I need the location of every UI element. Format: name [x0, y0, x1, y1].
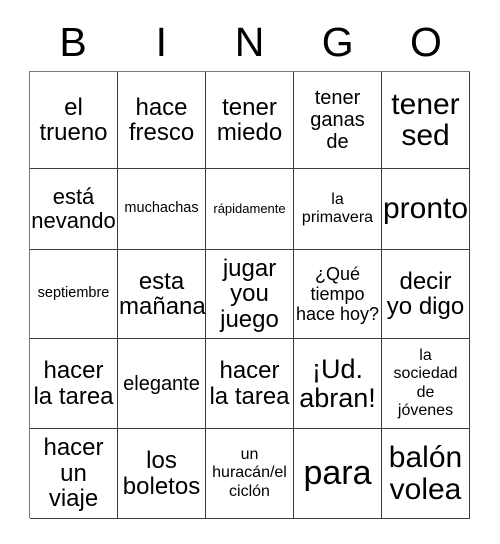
bingo-cell-text: tener miedo — [216, 93, 283, 146]
bingo-cell[interactable]: la sociedad de jóvenes — [382, 339, 470, 429]
bingo-cell[interactable]: decir yo digo — [382, 250, 470, 339]
bingo-cell[interactable]: ¡Ud. abran! — [294, 339, 382, 429]
bingo-cell-text: hacer la tarea — [33, 357, 114, 410]
bingo-cell-text: rápidamente — [213, 201, 286, 217]
bingo-cell[interactable]: septiembre — [30, 250, 118, 339]
bingo-cell[interactable]: balón volea — [382, 429, 470, 519]
bingo-cell-text: la sociedad de jóvenes — [393, 347, 458, 419]
bingo-cell-text: los boletos — [122, 447, 201, 500]
bingo-cell-text: tener ganas de — [310, 87, 365, 153]
bingo-cell-text: la primavera — [301, 190, 374, 226]
bingo-cell-text: esta mañana — [119, 267, 206, 320]
bingo-header-letter-g: G — [321, 18, 354, 65]
bingo-header-letter-n: N — [234, 18, 265, 65]
bingo-cell-text: pronto — [383, 192, 469, 226]
bingo-cell-text: hacer un viaje — [43, 434, 104, 513]
bingo-cell[interactable]: pronto — [382, 169, 470, 250]
bingo-header-letter-b: B — [59, 18, 87, 65]
bingo-cell[interactable]: elegante — [118, 339, 206, 429]
bingo-cell[interactable]: está nevando — [30, 169, 118, 250]
bingo-cell[interactable]: el trueno — [30, 72, 118, 169]
bingo-cell-text: hace fresco — [128, 93, 195, 146]
bingo-cell-text: balón volea — [388, 441, 463, 506]
bingo-cell-text: septiembre — [37, 285, 110, 302]
bingo-cell-text: elegante — [123, 372, 200, 395]
bingo-cell-text: el trueno — [39, 93, 108, 146]
bingo-header-row: B I N G O — [29, 16, 470, 68]
bingo-cell-text: ¡Ud. abran! — [299, 354, 376, 413]
bingo-cell-text: para — [303, 454, 372, 493]
bingo-cell-text: decir yo digo — [386, 267, 465, 320]
bingo-cell-text: hacer la tarea — [209, 357, 290, 410]
bingo-cell[interactable]: hacer la tarea — [30, 339, 118, 429]
bingo-cell-text: ¿Qué tiempo hace hoy? — [295, 263, 380, 325]
bingo-card: B I N G O el trueno hace fresco tener mi… — [0, 0, 500, 544]
bingo-cell[interactable]: tener sed — [382, 72, 470, 169]
bingo-cell[interactable]: jugar you juego — [206, 250, 294, 339]
bingo-cell-text: tener sed — [391, 87, 460, 152]
bingo-cell[interactable]: esta mañana — [118, 250, 206, 339]
bingo-cell-text: un huracán/el ciclón — [212, 446, 287, 500]
bingo-cell[interactable]: un huracán/el ciclón — [206, 429, 294, 519]
bingo-cell[interactable]: la primavera — [294, 169, 382, 250]
bingo-cell[interactable]: ¿Qué tiempo hace hoy? — [294, 250, 382, 339]
bingo-cell-text: muchachas — [124, 200, 199, 217]
bingo-cell[interactable]: hacer la tarea — [206, 339, 294, 429]
bingo-cell[interactable]: hacer un viaje — [30, 429, 118, 519]
bingo-grid: el trueno hace fresco tener miedo tener … — [29, 71, 470, 519]
bingo-cell-text: está nevando — [31, 184, 116, 233]
bingo-cell[interactable]: para — [294, 429, 382, 519]
bingo-cell[interactable]: tener miedo — [206, 72, 294, 169]
bingo-cell[interactable]: rápidamente — [206, 169, 294, 250]
bingo-cell[interactable]: los boletos — [118, 429, 206, 519]
bingo-header-letter-i: I — [155, 18, 167, 65]
bingo-cell[interactable]: muchachas — [118, 169, 206, 250]
bingo-cell-text: jugar you juego — [220, 254, 279, 333]
bingo-cell[interactable]: tener ganas de — [294, 72, 382, 169]
bingo-header-letter-o: O — [409, 18, 442, 65]
bingo-cell[interactable]: hace fresco — [118, 72, 206, 169]
